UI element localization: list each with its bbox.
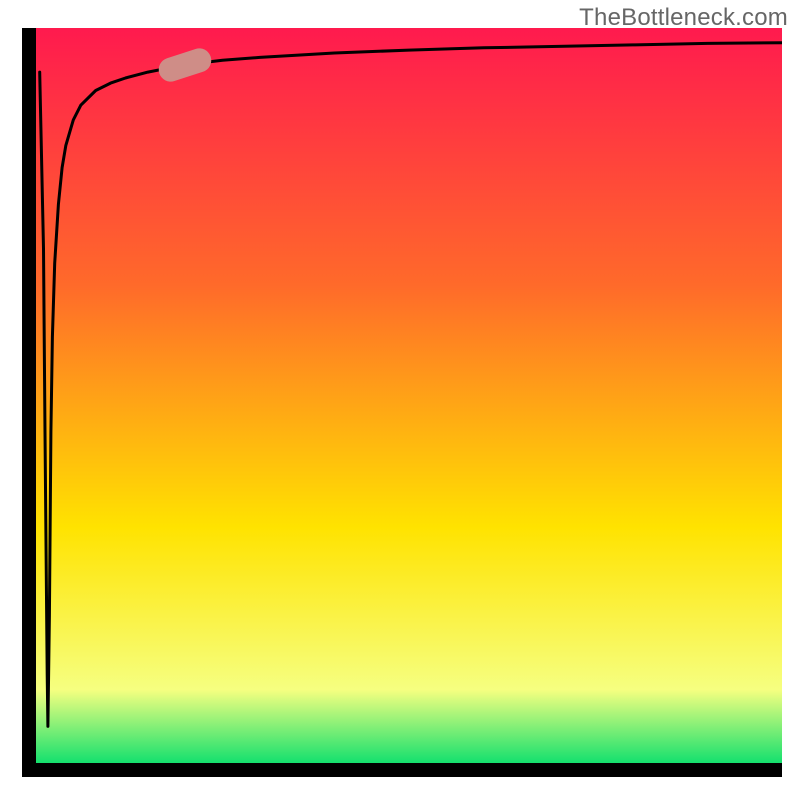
chart-root: TheBottleneck.com bbox=[0, 0, 800, 800]
bottleneck-curve bbox=[36, 28, 782, 763]
y-axis bbox=[22, 28, 36, 773]
x-axis bbox=[22, 763, 782, 777]
plot-area bbox=[36, 28, 782, 763]
